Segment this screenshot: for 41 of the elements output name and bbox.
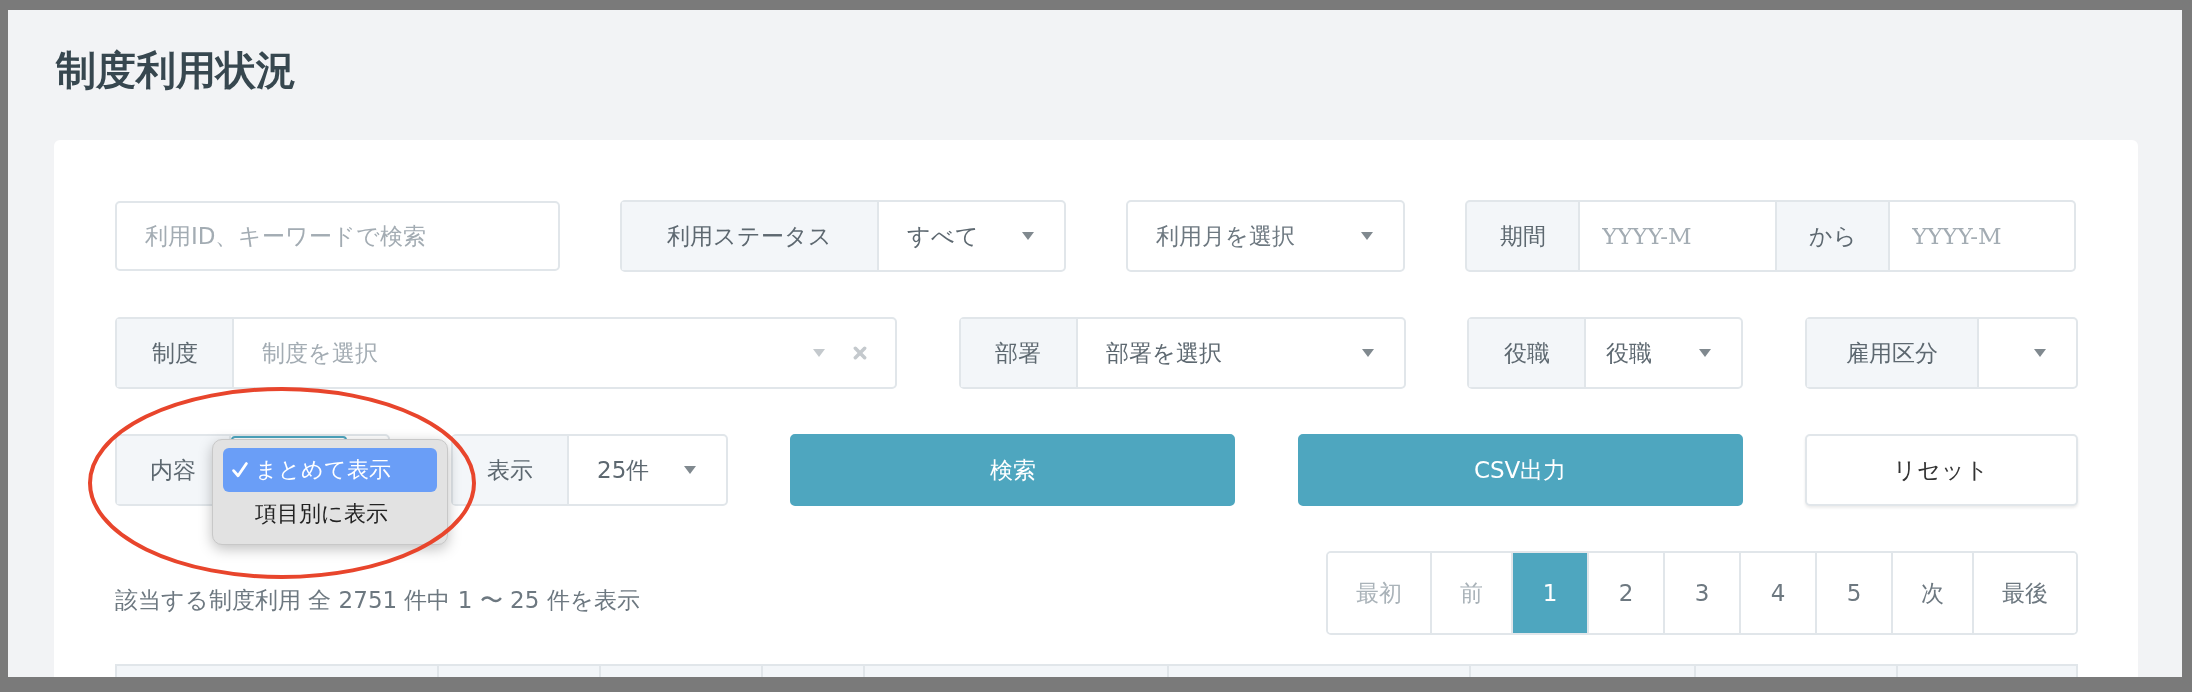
action-button[interactable]: 検索 [790,434,1236,506]
caret-icon [2033,349,2046,357]
field-label: 雇用区分 [1806,319,1979,387]
page-title: 制度利用状況 [54,46,296,95]
caret-icon [1699,349,1712,357]
reset-button[interactable]: リセット [1805,434,2078,506]
select-value: 25件 [596,455,651,485]
field-label: 部署 [960,319,1078,387]
department-select[interactable]: 部署 部署を選択 [958,317,1406,389]
action-button[interactable]: CSV出力 [1297,434,1743,506]
select-placeholder: 利用月を選択 [1155,221,1296,251]
field-label: 利用ステータス [622,202,879,270]
page-link[interactable]: 最後 [1972,553,2076,633]
dropdown-option[interactable]: まとめて表示 [223,448,437,492]
select-placeholder: 制度を選択 [261,338,379,368]
caret-icon [1361,349,1374,357]
close-icon[interactable] [853,346,867,360]
caret-icon [684,466,696,474]
caret-icon [1361,232,1373,240]
select-value: すべて [906,221,980,251]
select-placeholder: 役職 [1605,338,1654,368]
employment-select[interactable]: 雇用区分 [1804,317,2078,389]
caret-icon [1022,232,1034,240]
select-placeholder: 部署を選択 [1104,338,1223,368]
status-select[interactable]: 利用ステータス すべて [620,200,1066,272]
search-field[interactable]: 利用ID、キーワードで検索 [115,201,560,271]
check-icon [231,461,249,479]
result-summary: 該当する制度利用 全 2751 件中 1 〜 25 件を表示 [115,585,640,615]
date-field[interactable]: YYYY-M [1580,200,1775,272]
date-field[interactable]: YYYY-M [1890,200,2076,272]
field-label: 制度 [117,319,234,387]
field-label: 表示 [453,436,569,504]
system-select[interactable]: 制度 制度を選択 [115,317,897,389]
per-page-select[interactable]: 表示 25件 [451,434,728,506]
field-label: 期間 [1465,200,1580,272]
position-select[interactable]: 役職 役職 [1467,317,1744,389]
month-select[interactable]: 利用月を選択 [1126,200,1405,272]
caret-icon [813,349,825,357]
field-label: 役職 [1469,319,1587,387]
field-label: から [1775,200,1890,272]
page-link[interactable]: 1 [1511,553,1587,633]
